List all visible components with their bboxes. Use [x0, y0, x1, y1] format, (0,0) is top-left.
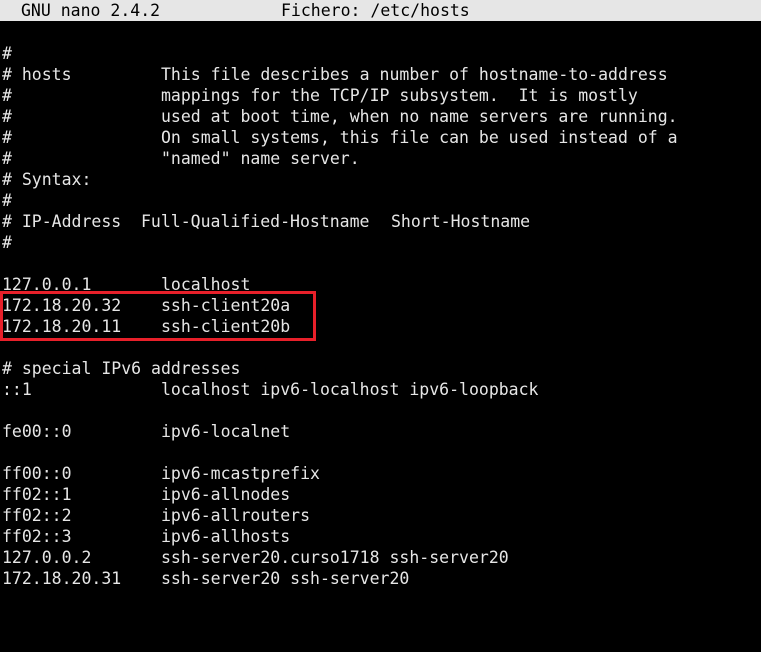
ip-address: 127.0.0.1 [2, 275, 92, 294]
editor-line: # used at boot time, when no name server… [2, 107, 678, 126]
editor-line: # mappings for the TCP/IP subsystem. It … [2, 86, 638, 105]
ip-address: 172.18.20.31 [2, 569, 122, 588]
ip-address: ff00::0 [2, 464, 72, 483]
editor-line: # Syntax: [2, 170, 92, 189]
app-version: GNU nano 2.4.2 [21, 1, 161, 20]
hosts-entry: 127.0.0.2 ssh-server20.curso1718 ssh-ser… [2, 547, 759, 568]
ip-address: ff02::1 [2, 485, 72, 504]
nano-title-bar: GNU nano 2.4.2 Fichero: /etc/hosts [0, 0, 761, 21]
hostname: ssh-server20.curso1718 ssh-server20 [161, 548, 509, 567]
hosts-entry: ff02::2 ipv6-allrouters [2, 505, 759, 526]
hostname: ipv6-allrouters [161, 506, 311, 525]
hosts-entry: 172.18.20.32 ssh-client20a [2, 295, 759, 316]
ip-address: fe00::0 [2, 422, 72, 441]
ip-address: 172.18.20.11 [2, 317, 122, 336]
hostname: ssh-client20b [161, 317, 291, 336]
editor-line: # [2, 233, 12, 252]
hostname: ipv6-allnodes [161, 485, 291, 504]
hosts-entry: 127.0.0.1 localhost [2, 274, 759, 295]
hosts-entry: ff02::1 ipv6-allnodes [2, 484, 759, 505]
hosts-entry: fe00::0 ipv6-localnet [2, 421, 759, 442]
ip-address: 172.18.20.32 [2, 296, 122, 315]
editor-line: # [2, 191, 12, 210]
hostname: ssh-server20 ssh-server20 [161, 569, 410, 588]
editor-text-area[interactable]: # # hosts This file describes a number o… [2, 43, 759, 603]
hostname: ipv6-localnet [161, 422, 291, 441]
editor-line: # "named" name server. [2, 149, 360, 168]
hostname: ipv6-mcastprefix [161, 464, 320, 483]
hosts-entry: ::1 localhost ipv6-localhost ipv6-loopba… [2, 379, 759, 400]
hosts-entry: 172.18.20.11 ssh-client20b [2, 316, 759, 337]
ip-address: ff02::3 [2, 527, 72, 546]
hostname: ipv6-allhosts [161, 527, 291, 546]
editor-line: # IP-Address Full-Qualified-Hostname Sho… [2, 212, 531, 231]
ip-address: ff02::2 [2, 506, 72, 525]
editor-line: # [2, 44, 12, 63]
hostname: localhost ipv6-localhost ipv6-loopback [161, 380, 539, 399]
editor-line: # special IPv6 addresses [2, 359, 241, 378]
ip-address: ::1 [2, 380, 32, 399]
hostname: localhost [161, 275, 251, 294]
hosts-entry: ff00::0 ipv6-mcastprefix [2, 463, 759, 484]
file-name: Fichero: /etc/hosts [281, 1, 470, 20]
hosts-entry: 172.18.20.31 ssh-server20 ssh-server20 [2, 568, 759, 589]
hosts-entry: ff02::3 ipv6-allhosts [2, 526, 759, 547]
ip-address: 127.0.0.2 [2, 548, 92, 567]
hostname: ssh-client20a [161, 296, 291, 315]
editor-line: # hosts This file describes a number of … [2, 65, 668, 84]
editor-line: # On small systems, this file can be use… [2, 128, 678, 147]
